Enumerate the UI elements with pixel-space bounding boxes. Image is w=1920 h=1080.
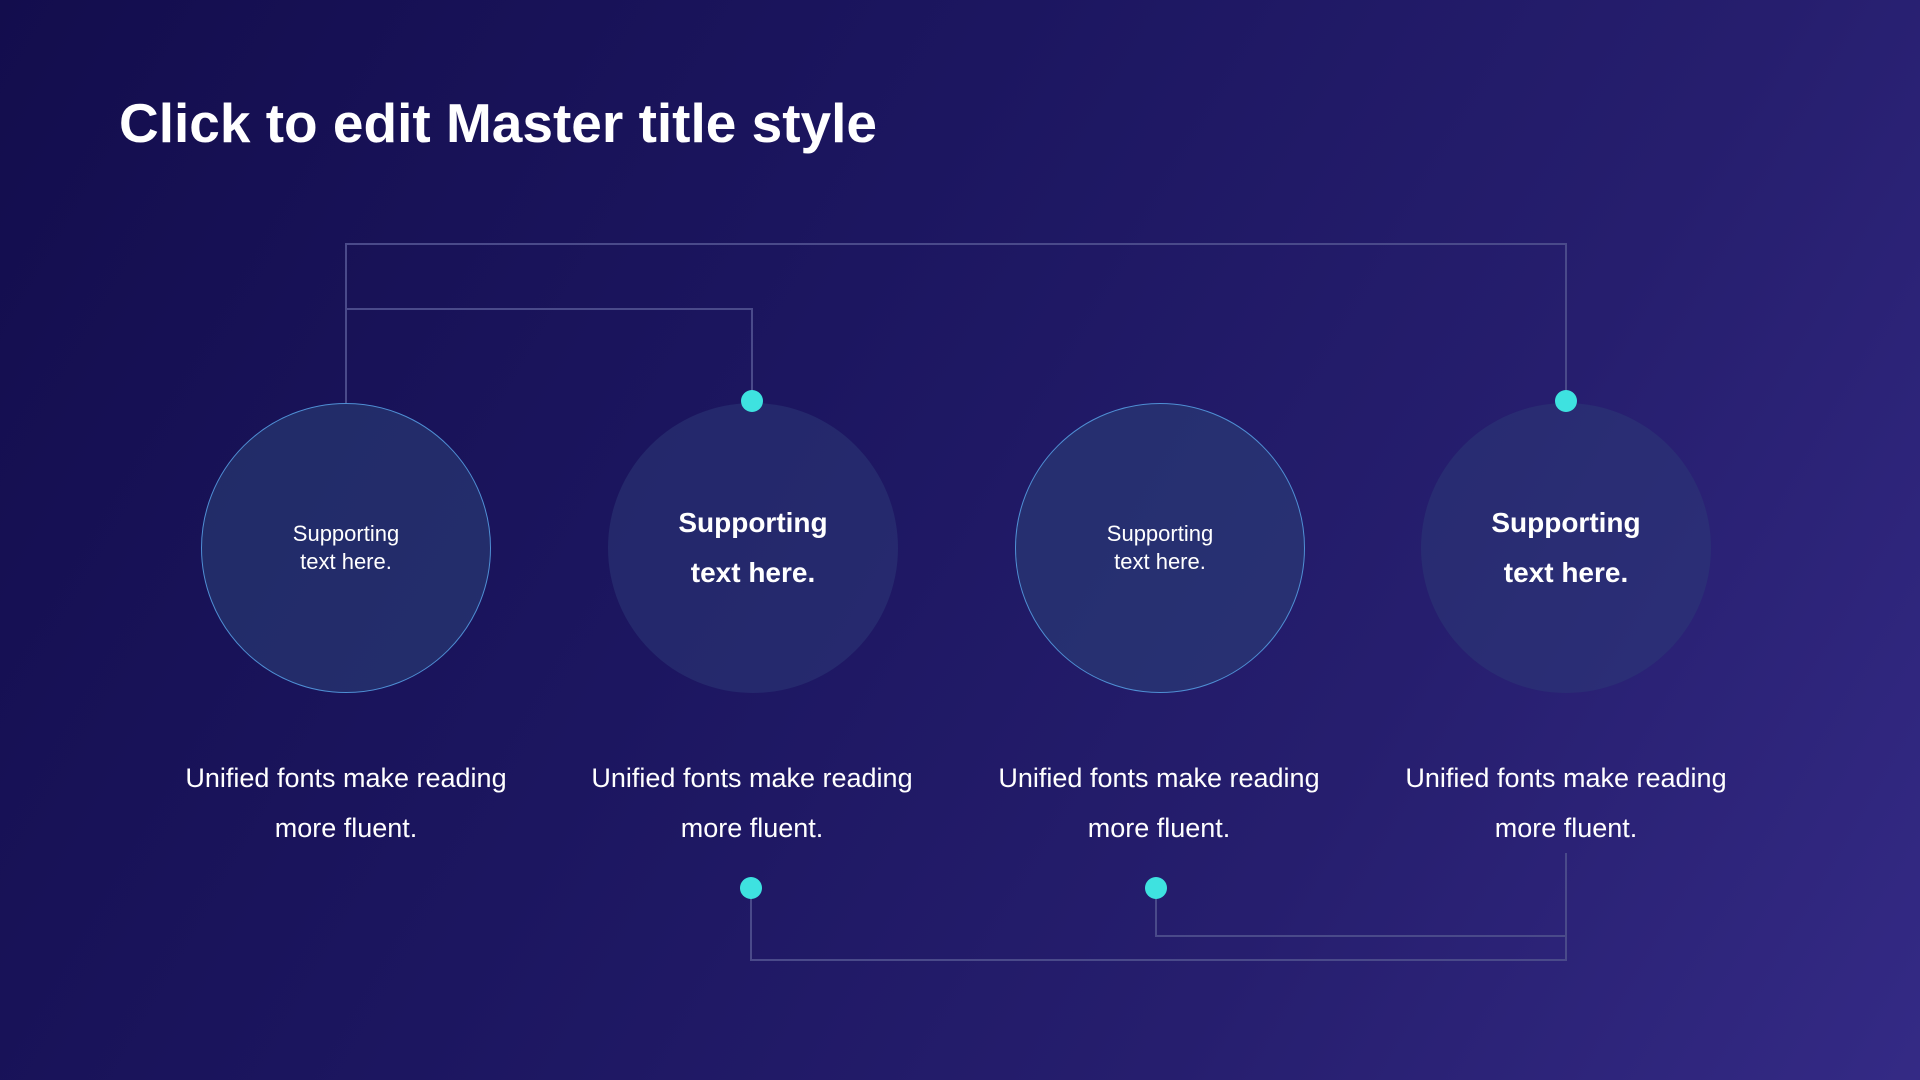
step-4-circle[interactable]: Supporting text here.: [1421, 403, 1711, 693]
step-4-circle-text-line2: text here.: [1503, 557, 1629, 588]
accent-dot-step-4-top: [1555, 390, 1577, 412]
step-2-circle-text-line2: text here.: [690, 557, 816, 588]
connector-top-outer: [345, 243, 1567, 403]
step-3-description-line1: Unified fonts make reading: [998, 763, 1320, 793]
step-2-circle[interactable]: Supporting text here.: [608, 403, 898, 693]
step-1-circle-text-line1: Supporting: [292, 521, 400, 546]
slide-title[interactable]: Click to edit Master title style: [119, 88, 877, 158]
step-1-circle[interactable]: Supporting text here.: [201, 403, 491, 693]
step-4-circle-text-line1: Supporting: [1491, 507, 1641, 538]
step-3-circle-text-line1: Supporting: [1106, 521, 1214, 546]
step-1-description-line2: more fluent.: [274, 813, 418, 843]
step-3-description[interactable]: Unified fonts make reading more fluent.: [959, 753, 1359, 853]
accent-dot-step-3-bottom: [1145, 877, 1167, 899]
step-2-description-line2: more fluent.: [680, 813, 824, 843]
step-1-description-line1: Unified fonts make reading: [185, 763, 507, 793]
step-4-description-line1: Unified fonts make reading: [1405, 763, 1727, 793]
connector-bottom-outer: [750, 853, 1567, 961]
step-2-circle-text-line1: Supporting: [678, 507, 828, 538]
step-2-description[interactable]: Unified fonts make reading more fluent.: [552, 753, 952, 853]
step-1-description[interactable]: Unified fonts make reading more fluent.: [146, 753, 546, 853]
step-2-description-line1: Unified fonts make reading: [591, 763, 913, 793]
accent-dot-step-2-top: [741, 390, 763, 412]
step-4-description-line2: more fluent.: [1494, 813, 1638, 843]
step-3-description-line2: more fluent.: [1087, 813, 1231, 843]
step-1-circle-text-line2: text here.: [300, 549, 392, 574]
connector-bottom-inner: [1155, 888, 1566, 937]
connector-top-inner: [346, 308, 753, 400]
accent-dot-step-2-bottom: [740, 877, 762, 899]
step-3-circle[interactable]: Supporting text here.: [1015, 403, 1305, 693]
step-4-description[interactable]: Unified fonts make reading more fluent.: [1366, 753, 1766, 853]
step-3-circle-text-line2: text here.: [1114, 549, 1206, 574]
